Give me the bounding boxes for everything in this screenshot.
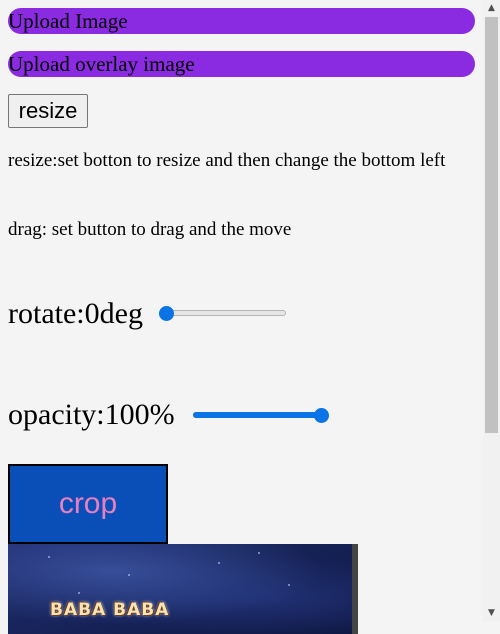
opacity-slider[interactable] xyxy=(193,408,329,424)
drag-instructions: drag: set button to drag and the move xyxy=(8,219,292,240)
scroll-down-arrow-icon[interactable]: ▼ xyxy=(483,605,500,622)
rotate-slider[interactable] xyxy=(159,306,286,322)
opacity-slider-thumb[interactable] xyxy=(314,408,329,423)
crop-button[interactable]: crop xyxy=(8,464,168,544)
scrollbar-thumb[interactable] xyxy=(485,17,498,433)
canvas-edge xyxy=(352,544,358,634)
image-canvas[interactable]: BABA BABA xyxy=(8,544,358,634)
upload-overlay-label: Upload overlay image xyxy=(8,52,195,76)
rotate-slider-track xyxy=(166,310,286,316)
upload-image-button[interactable]: Upload Image xyxy=(8,8,475,34)
resize-button[interactable]: resize xyxy=(8,94,88,128)
upload-image-label: Upload Image xyxy=(8,9,128,33)
canvas-logo-text: BABA BABA xyxy=(50,600,170,620)
opacity-label: opacity:100% xyxy=(8,398,175,431)
resize-instructions: resize:set botton to resize and then cha… xyxy=(8,150,446,171)
rotate-slider-thumb[interactable] xyxy=(159,306,174,321)
page-scrollbar[interactable]: ▲ ▼ xyxy=(483,0,500,622)
opacity-slider-fill xyxy=(193,412,321,418)
rotate-label: rotate:0deg xyxy=(8,297,143,330)
scroll-up-arrow-icon[interactable]: ▲ xyxy=(483,0,500,17)
upload-overlay-image-button[interactable]: Upload overlay image xyxy=(8,51,475,77)
